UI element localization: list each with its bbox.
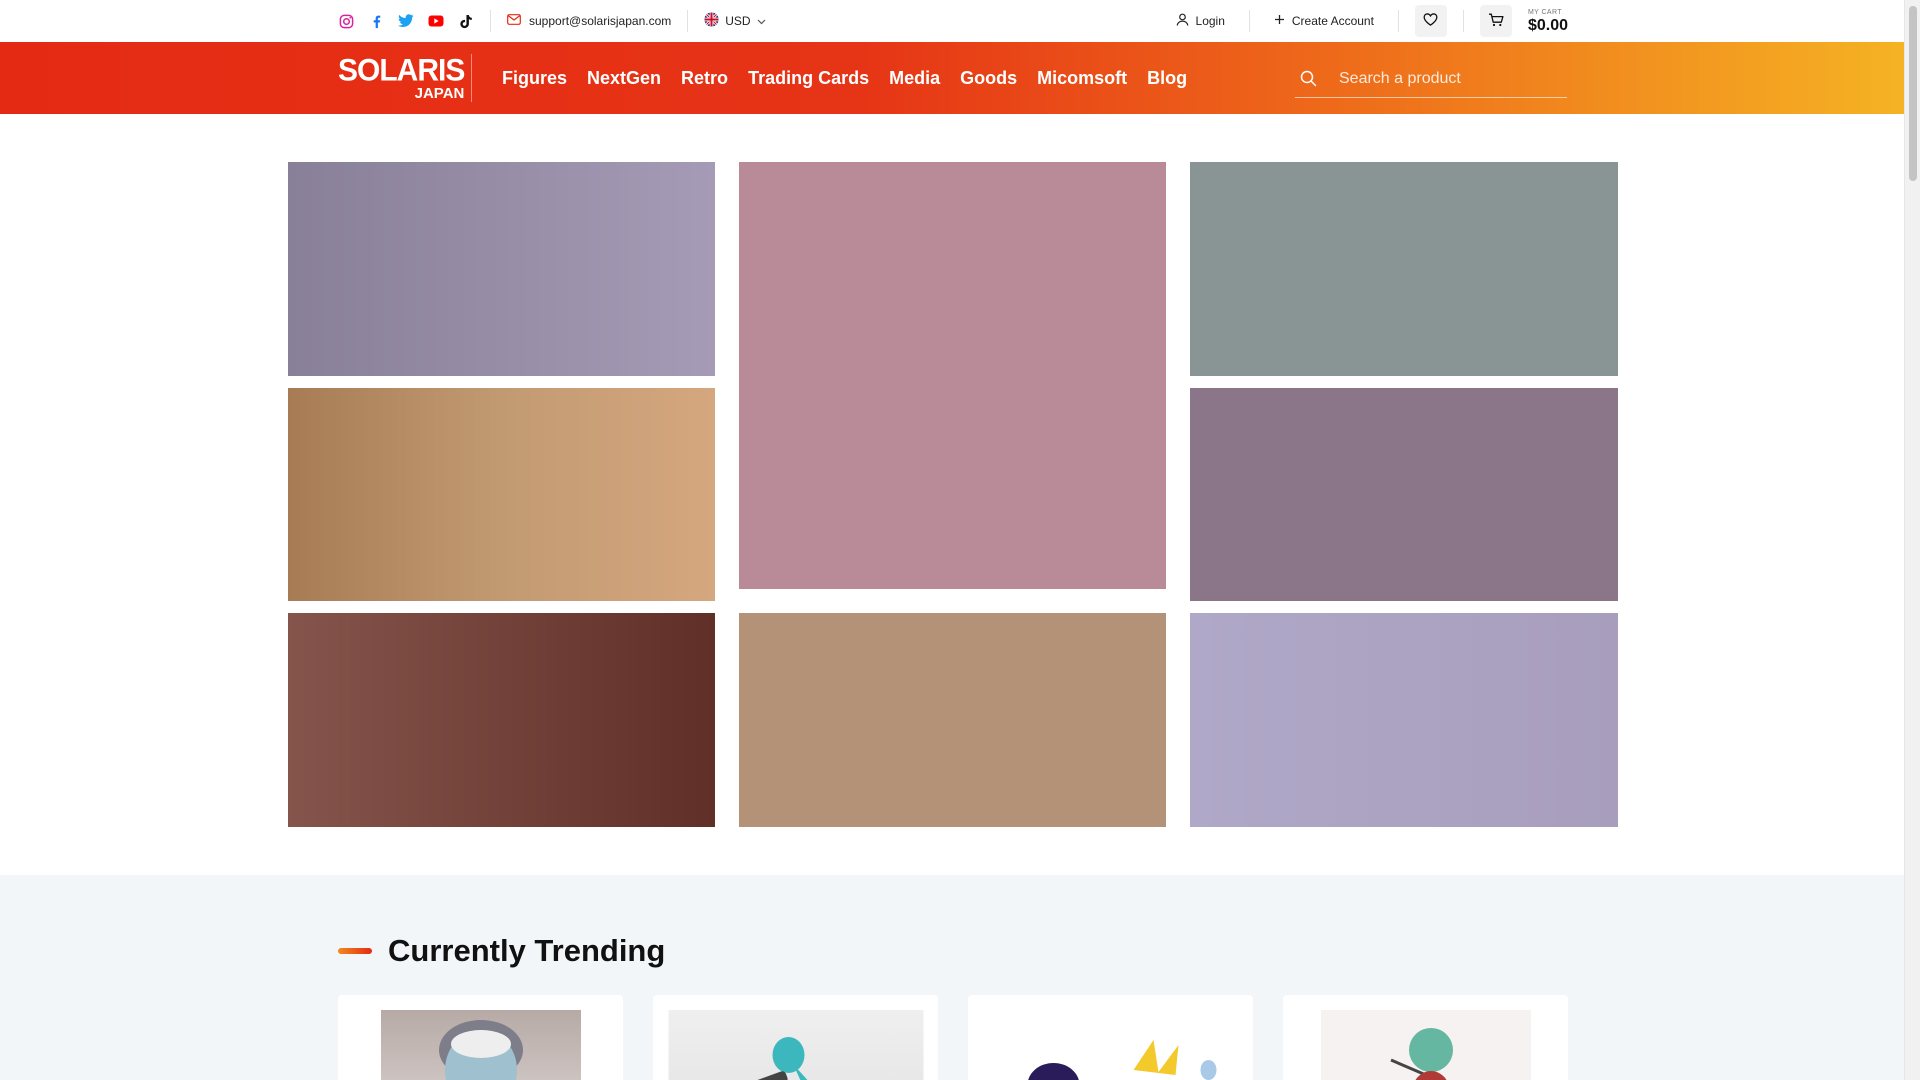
banner-tile[interactable] <box>1190 388 1618 601</box>
product-card[interactable] <box>653 995 938 1080</box>
support-email-text: support@solarisjapan.com <box>529 14 672 28</box>
social-links <box>338 13 474 29</box>
facebook-icon[interactable] <box>368 13 384 29</box>
banner-tile[interactable] <box>288 162 715 376</box>
login-link[interactable]: Login <box>1152 13 1249 29</box>
youtube-icon[interactable] <box>428 13 444 29</box>
page-scrollbar[interactable] <box>1904 0 1920 1080</box>
account-area: Login Create Account MY CART $0.00 <box>1152 5 1568 37</box>
cart-icon <box>1488 13 1504 30</box>
currency-label: USD <box>725 14 751 28</box>
search-bar <box>1295 60 1567 98</box>
site-logo[interactable]: SOLARIS JAPAN <box>338 53 465 102</box>
banner-tile-large[interactable] <box>739 162 1166 589</box>
nav-item-trading-cards[interactable]: Trading Cards <box>748 68 869 89</box>
section-heading: Currently Trending <box>338 933 665 969</box>
twitter-icon[interactable] <box>398 13 414 29</box>
nav-item-blog[interactable]: Blog <box>1147 68 1187 89</box>
product-card[interactable] <box>968 995 1253 1080</box>
divider <box>1462 10 1464 32</box>
login-label: Login <box>1195 14 1225 28</box>
product-image[interactable] <box>983 1010 1238 1080</box>
search-input[interactable] <box>1339 69 1559 88</box>
banner-tile[interactable] <box>288 388 715 601</box>
primary-nav: Figures NextGen Retro Trading Cards Medi… <box>502 42 1187 114</box>
product-card[interactable] <box>338 995 623 1080</box>
chevron-down-icon <box>757 14 766 28</box>
product-image[interactable] <box>1320 1010 1531 1080</box>
currency-selector[interactable]: USD <box>704 12 766 30</box>
top-utility-bar: support@solarisjapan.com USD Login Creat… <box>0 0 1904 42</box>
create-account-link[interactable]: Create Account <box>1250 14 1398 28</box>
support-email[interactable]: support@solarisjapan.com <box>507 14 671 28</box>
tiktok-icon[interactable] <box>458 13 474 29</box>
user-icon <box>1176 13 1189 29</box>
scrollbar-thumb[interactable] <box>1909 6 1917 181</box>
divider <box>687 10 689 32</box>
nav-item-figures[interactable]: Figures <box>502 68 567 89</box>
heart-icon <box>1423 13 1438 29</box>
nav-item-nextgen[interactable]: NextGen <box>587 68 661 89</box>
wishlist-button[interactable] <box>1414 5 1447 37</box>
logo-line1: SOLARIS <box>338 53 465 88</box>
mail-icon <box>507 14 521 28</box>
cart-total: $0.00 <box>1527 16 1568 34</box>
logo-line2: JAPAN <box>414 85 465 102</box>
trending-section: Currently Trending <box>0 875 1904 1080</box>
product-card[interactable] <box>1283 995 1568 1080</box>
product-image[interactable] <box>380 1010 581 1080</box>
logo-divider <box>471 54 472 102</box>
create-account-label: Create Account <box>1291 14 1374 28</box>
cart-summary: MY CART $0.00 <box>1528 9 1568 34</box>
product-image[interactable] <box>668 1010 923 1080</box>
main-navbar: SOLARIS JAPAN Figures NextGen Retro Trad… <box>0 42 1904 114</box>
banner-tile[interactable] <box>739 613 1166 827</box>
divider <box>1397 10 1399 32</box>
accent-bar <box>338 948 372 954</box>
plus-icon <box>1274 14 1285 28</box>
nav-item-micomsoft[interactable]: Micomsoft <box>1037 68 1127 89</box>
search-icon[interactable] <box>1297 68 1319 90</box>
cart-button[interactable] <box>1479 5 1512 37</box>
trending-title: Currently Trending <box>388 933 666 968</box>
banner-tile[interactable] <box>1190 613 1618 827</box>
cart[interactable]: MY CART $0.00 <box>1479 5 1568 37</box>
uk-flag-icon <box>704 12 719 30</box>
banner-tile[interactable] <box>1190 162 1618 376</box>
nav-item-goods[interactable]: Goods <box>960 68 1017 89</box>
banner-tile[interactable] <box>288 613 715 827</box>
nav-item-media[interactable]: Media <box>889 68 940 89</box>
divider <box>490 10 491 32</box>
cart-label: MY CART <box>1527 8 1563 16</box>
instagram-icon[interactable] <box>338 13 354 29</box>
nav-item-retro[interactable]: Retro <box>681 68 728 89</box>
